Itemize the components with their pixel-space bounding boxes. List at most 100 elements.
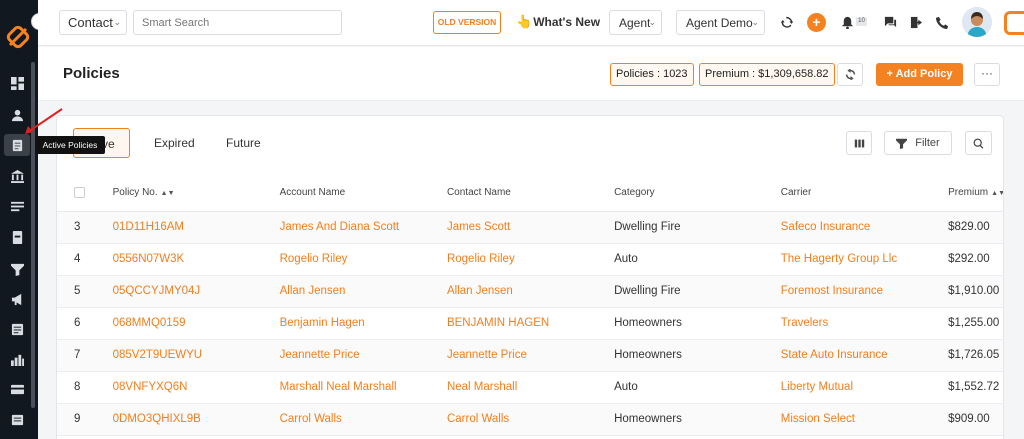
sort-icon: ▲▼ — [991, 189, 1004, 197]
policy-number-link[interactable]: 01D11H16AM — [112, 211, 280, 244]
dashboard-icon — [10, 76, 24, 90]
user-avatar[interactable] — [962, 7, 992, 37]
more-options-button[interactable]: ··· — [974, 63, 1000, 86]
table-row[interactable]: 7 085V2T9UEWYU Jeannette Price Jeannette… — [57, 339, 1003, 372]
sync-button[interactable] — [777, 13, 795, 31]
sidebar-item-filter[interactable] — [6, 258, 28, 280]
agent-demo-select[interactable]: Agent Demo ⌄ — [676, 10, 765, 35]
account-name-link[interactable]: Rogelio Riley — [279, 243, 447, 276]
contact-name-link[interactable]: Jeannette Price — [446, 339, 615, 372]
refresh-button[interactable] — [837, 63, 863, 86]
phone-button[interactable] — [933, 13, 951, 31]
reports-icon — [10, 354, 24, 366]
page-title: Policies — [63, 65, 120, 82]
policy-number-link[interactable]: 08VNFYXQ6N — [112, 371, 280, 404]
annotation-arrow-icon — [25, 108, 63, 134]
tab-future[interactable]: Future — [226, 128, 261, 158]
header-account-name: Account Name — [279, 174, 447, 212]
contact-name-link[interactable]: Neal Marshall — [446, 371, 615, 404]
contact-name-link[interactable]: Rogelio Riley — [446, 243, 615, 276]
carrier-link[interactable]: The Hagerty Group Llc — [780, 243, 949, 276]
sidebar-item-carriers[interactable] — [6, 165, 28, 187]
carrier-link[interactable]: Liberty Mutual — [780, 371, 949, 404]
sidebar-item-document[interactable] — [6, 226, 28, 248]
quick-add-button[interactable]: + — [807, 13, 826, 32]
account-name-link[interactable]: James And Diana Scott — [279, 211, 447, 244]
forms-icon — [11, 323, 23, 335]
sync-icon — [780, 16, 793, 28]
carriers-icon — [10, 169, 24, 183]
columns-button[interactable] — [846, 131, 872, 155]
sidebar-item-list[interactable] — [6, 195, 28, 217]
contact-name-link[interactable]: James Scott — [446, 211, 615, 244]
policy-number-link[interactable]: 085V2T9UEWYU — [112, 339, 280, 372]
notification-count-badge: 10 — [856, 17, 867, 26]
carrier-link[interactable]: Travelers — [780, 307, 949, 340]
sidebar-item-calendar[interactable] — [6, 408, 28, 430]
megaphone-icon — [11, 293, 21, 305]
notifications-button[interactable] — [838, 13, 856, 31]
brand-logo-icon[interactable] — [5, 24, 31, 50]
account-name-link[interactable]: Benjamin Hagen — [279, 307, 447, 340]
carrier-link[interactable]: Mission Select — [780, 403, 949, 436]
contact-name-link[interactable]: Carrol Walls — [446, 403, 615, 436]
row-number: 5 — [57, 275, 113, 308]
premium-cell: $909.00 — [948, 403, 1003, 436]
filter-button[interactable]: Filter — [884, 131, 952, 155]
table-row[interactable]: 6 068MMQ0159 Benjamin Hagen BENJAMIN HAG… — [57, 307, 1003, 340]
table-row[interactable]: 9 0DMO3QHIXL9B Carrol Walls Carrol Walls… — [57, 403, 1003, 436]
select-all-checkbox[interactable] — [74, 186, 85, 198]
category-cell: Dwelling Fire — [614, 275, 781, 308]
old-version-button[interactable]: OLD VERSION — [433, 11, 501, 34]
sidebar-item-reports[interactable] — [6, 348, 28, 370]
app-switcher-icon[interactable] — [1004, 11, 1024, 35]
chat-icon — [884, 16, 896, 27]
table-row[interactable]: 3 01D11H16AM James And Diana Scott James… — [57, 211, 1003, 244]
refresh-icon — [845, 69, 855, 80]
document-icon — [12, 230, 22, 244]
chevron-down-icon: ⌄ — [648, 17, 656, 27]
premium-cell: $1,255.00 — [948, 307, 1003, 340]
tab-expired[interactable]: Expired — [154, 128, 195, 158]
agent-select[interactable]: Agent ⌄ — [609, 10, 662, 35]
contact-select[interactable]: Contact ⌄ — [59, 10, 127, 35]
carrier-link[interactable]: Foremost Insurance — [780, 275, 949, 308]
carrier-link[interactable]: Safeco Insurance — [780, 211, 949, 244]
premium-cell: $1,726.05 — [948, 339, 1003, 372]
policy-number-link[interactable]: 05QCCYJMY04J — [112, 275, 280, 308]
top-bar: Contact ⌄ OLD VERSION 👆What's New Agent … — [38, 0, 1024, 46]
sidebar-item-billing[interactable] — [6, 378, 28, 400]
policy-number-link[interactable]: 068MMQ0159 — [112, 307, 280, 340]
add-policy-button[interactable]: + Add Policy — [876, 63, 963, 86]
table-row[interactable]: 4 0556N07W3K Rogelio Riley Rogelio Riley… — [57, 243, 1003, 276]
policy-number-link[interactable]: 0556N07W3K — [112, 243, 280, 276]
sidebar-item-dashboard[interactable] — [6, 72, 28, 94]
sidebar-item-forms[interactable] — [6, 318, 28, 340]
policies-count-badge: Policies : 1023 — [610, 63, 694, 86]
table-row[interactable]: 8 08VNFYXQ6N Marshall Neal Marshall Neal… — [57, 371, 1003, 404]
row-number: 3 — [57, 211, 113, 244]
table-row[interactable]: 5 05QCCYJMY04J Allan Jensen Allan Jensen… — [57, 275, 1003, 308]
account-name-link[interactable]: Jeannette Price — [279, 339, 447, 372]
contact-name-link[interactable]: BENJAMIN HAGEN — [446, 307, 615, 340]
sidebar-item-policies[interactable] — [4, 134, 30, 156]
whats-new-link[interactable]: 👆What's New — [516, 14, 600, 30]
contact-name-link[interactable]: Allan Jensen — [446, 275, 615, 308]
premium-cell: $1,910.00 — [948, 275, 1003, 308]
carrier-link[interactable]: State Auto Insurance — [780, 339, 949, 372]
header-premium[interactable]: Premium ▲▼ — [948, 174, 1004, 212]
policy-number-link[interactable]: 0DMO3QHIXL9B — [112, 403, 280, 436]
list-icon — [10, 201, 24, 211]
account-name-link[interactable]: Carrol Walls — [279, 403, 447, 436]
chat-button[interactable] — [881, 13, 899, 31]
account-name-link[interactable]: Allan Jensen — [279, 275, 447, 308]
table-search-button[interactable] — [965, 131, 992, 155]
billing-icon — [10, 384, 24, 394]
header-policy-no[interactable]: Policy No. ▲▼ — [112, 174, 280, 212]
category-cell: Homeowners — [614, 339, 781, 372]
smart-search-input[interactable] — [133, 10, 342, 35]
table-header-row: Policy No. ▲▼ Account Name Contact Name C… — [57, 174, 1004, 212]
sidebar-item-campaigns[interactable] — [6, 288, 28, 310]
logout-button[interactable] — [907, 13, 925, 31]
account-name-link[interactable]: Marshall Neal Marshall — [279, 371, 447, 404]
